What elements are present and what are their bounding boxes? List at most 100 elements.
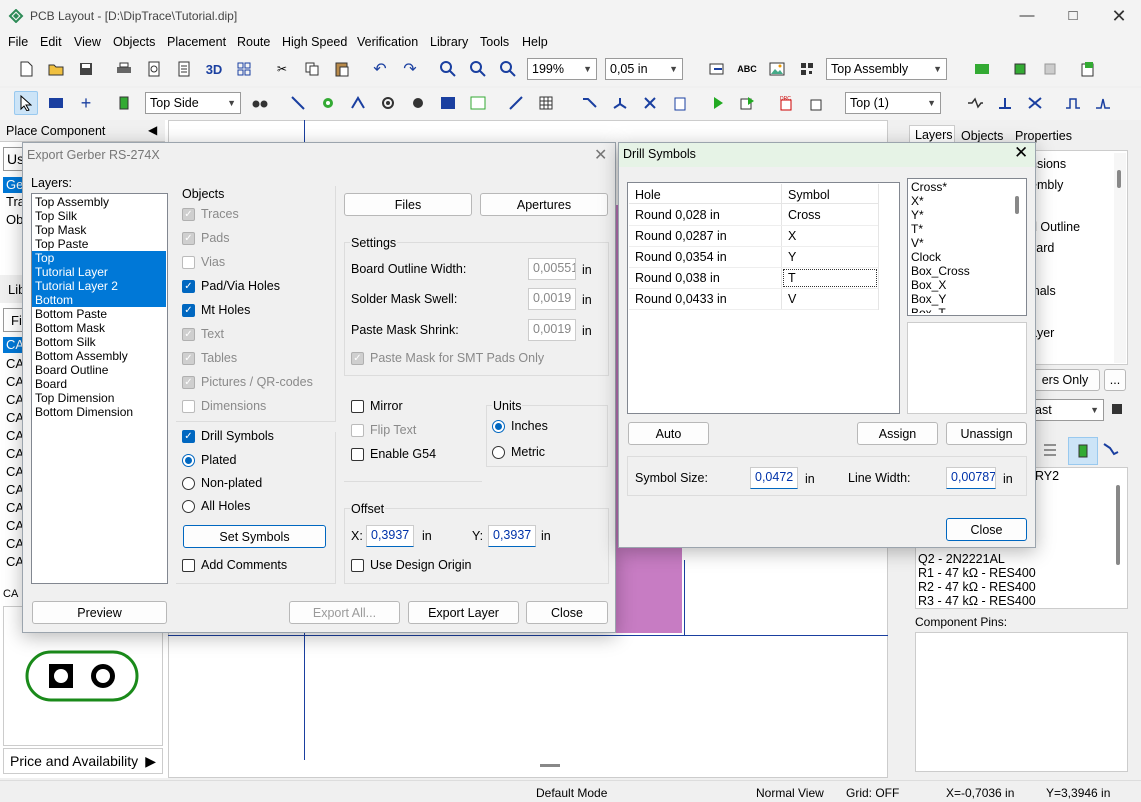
plated-option[interactable]: Plated [182, 453, 236, 467]
properties-icon[interactable] [1076, 57, 1100, 81]
panels-icon[interactable] [232, 57, 256, 81]
checkbox-icon[interactable] [351, 447, 364, 461]
drill-row[interactable] [629, 309, 878, 310]
drill-row[interactable] [629, 225, 878, 226]
route-line-icon[interactable] [286, 91, 310, 115]
drill-hole-cell[interactable]: Round 0,028 in [635, 208, 720, 222]
via-icon[interactable] [376, 91, 400, 115]
checkbox-icon[interactable]: ✓ [182, 231, 195, 245]
gerber-layer-item[interactable]: Top Assembly [32, 195, 166, 209]
zoom-out-icon[interactable] [466, 57, 490, 81]
component-item[interactable]: RY2 [1035, 469, 1059, 483]
gerber-layer-item[interactable]: Board Outline [32, 363, 166, 377]
library-row[interactable]: Ob [6, 212, 23, 227]
object-option[interactable]: ✓ Tables [182, 351, 237, 365]
unroute-icon[interactable] [638, 91, 662, 115]
offset-x-field[interactable]: 0,3937 [366, 525, 414, 547]
checkbox-disabled-icon[interactable]: ✓ [351, 351, 364, 365]
assign-button[interactable]: Assign [857, 422, 938, 445]
gerber-layer-item[interactable]: Top [32, 251, 166, 265]
export-all-button[interactable]: Export All... [289, 601, 400, 624]
gerber-layer-item[interactable]: Bottom Mask [32, 321, 166, 335]
qr-code-icon[interactable] [795, 57, 819, 81]
radio-selected-icon[interactable] [492, 419, 505, 433]
symbol-item[interactable]: X* [911, 194, 924, 208]
object-option[interactable]: Dimensions [182, 399, 266, 413]
menu-placement[interactable]: Placement [167, 35, 226, 49]
window-close-button[interactable]: ✕ [1102, 4, 1136, 28]
run-router-icon[interactable] [706, 91, 730, 115]
drill-close-button[interactable]: Close [946, 518, 1027, 541]
component-item[interactable]: R1 - 47 kΩ - RES400 [918, 566, 1036, 580]
checkbox-icon[interactable]: ✓ [182, 375, 195, 389]
symbol-item[interactable]: Cross* [911, 180, 947, 194]
menu-high-speed[interactable]: High Speed [282, 35, 347, 49]
radio-selected-icon[interactable] [182, 453, 195, 467]
object-option[interactable]: ✓ Text [182, 327, 224, 341]
use-design-origin-option[interactable]: Use Design Origin [351, 558, 471, 572]
drill-symbol-cell[interactable]: T [783, 269, 877, 287]
table-icon[interactable] [534, 91, 558, 115]
pointer-tool-icon[interactable] [14, 91, 38, 115]
drill-hole-cell[interactable]: Round 0,0287 in [635, 229, 727, 243]
hand-tool-icon[interactable] [44, 91, 68, 115]
trace-icon[interactable] [578, 91, 602, 115]
run-router-current-icon[interactable] [736, 91, 760, 115]
checkbox-checked-icon[interactable]: ✓ [182, 429, 195, 443]
symbol-item[interactable]: Box_T [911, 306, 946, 313]
metric-option[interactable]: Metric [492, 445, 545, 459]
tab-objects[interactable]: Objects [961, 129, 1003, 143]
inches-option[interactable]: Inches [492, 419, 548, 433]
object-option[interactable]: ✓ Traces [182, 207, 239, 221]
checkbox-disabled-icon[interactable] [351, 423, 364, 437]
symbol-item[interactable]: Box_X [911, 278, 946, 292]
menu-route[interactable]: Route [237, 35, 270, 49]
all-holes-option[interactable]: All Holes [182, 499, 250, 513]
router-settings-icon[interactable] [668, 91, 692, 115]
drill-hole-cell[interactable]: Round 0,038 in [635, 271, 720, 285]
drill-symbol-cell[interactable]: X [788, 229, 796, 243]
route-icon[interactable] [346, 91, 370, 115]
drill-row[interactable] [629, 288, 878, 289]
symbol-item[interactable]: Clock [911, 250, 941, 264]
drill-hole-cell[interactable]: Round 0,0354 in [635, 250, 727, 264]
drc-icon[interactable]: DRC [774, 91, 798, 115]
open-folder-icon[interactable] [44, 57, 68, 81]
assembly-combo[interactable]: Top Assembly ▼ [826, 58, 947, 80]
drill-symbol-cell[interactable]: Cross [788, 208, 821, 222]
copper-pour-icon[interactable] [436, 91, 460, 115]
menu-tools[interactable]: Tools [480, 35, 509, 49]
list-icon[interactable] [1040, 440, 1060, 462]
erc-icon[interactable] [804, 91, 828, 115]
offset-y-field[interactable]: 0,3937 [488, 525, 536, 547]
gerber-layer-item[interactable]: Bottom Paste [32, 307, 166, 321]
solder-mask-field[interactable]: 0,0019 [528, 288, 576, 310]
enable-g54-option[interactable]: Enable G54 [351, 447, 436, 461]
trace-mode-icon[interactable] [963, 91, 987, 115]
checkbox-icon[interactable]: ✓ [182, 207, 195, 221]
component-item[interactable]: Q2 - 2N2221AL [918, 552, 1005, 566]
collapse-left-icon[interactable]: ◀ [148, 123, 157, 137]
save-icon[interactable] [74, 57, 98, 81]
nets-filter-icon[interactable] [1102, 440, 1124, 462]
image-icon[interactable] [765, 57, 789, 81]
drill-close-icon[interactable]: ✕ [1014, 143, 1028, 163]
image-import-icon[interactable] [466, 91, 490, 115]
gerber-layer-item[interactable]: Board [32, 377, 166, 391]
gerber-layer-item[interactable]: Top Silk [32, 209, 166, 223]
hole-icon[interactable] [406, 91, 430, 115]
cut-icon[interactable]: ✂ [270, 57, 294, 81]
report-icon[interactable] [172, 57, 196, 81]
line-width-field[interactable]: 0,00787 [946, 467, 996, 489]
checkbox-icon[interactable] [351, 399, 364, 413]
layer-row[interactable]: d Outline [1030, 220, 1080, 234]
symbol-item[interactable]: Box_Y [911, 292, 946, 306]
components-scroll-thumb[interactable] [1116, 485, 1120, 565]
gerber-layer-item[interactable]: Top Mask [32, 223, 166, 237]
gerber-layer-item[interactable]: Top Paste [32, 237, 166, 251]
symbol-size-field[interactable]: 0,0472 [750, 467, 798, 489]
components-icon[interactable] [1008, 57, 1032, 81]
object-option[interactable]: ✓ Pictures / QR-codes [182, 375, 313, 389]
gerber-close-icon[interactable]: ✕ [594, 145, 607, 165]
grid-combo[interactable]: 0,05 in ▼ [605, 58, 683, 80]
